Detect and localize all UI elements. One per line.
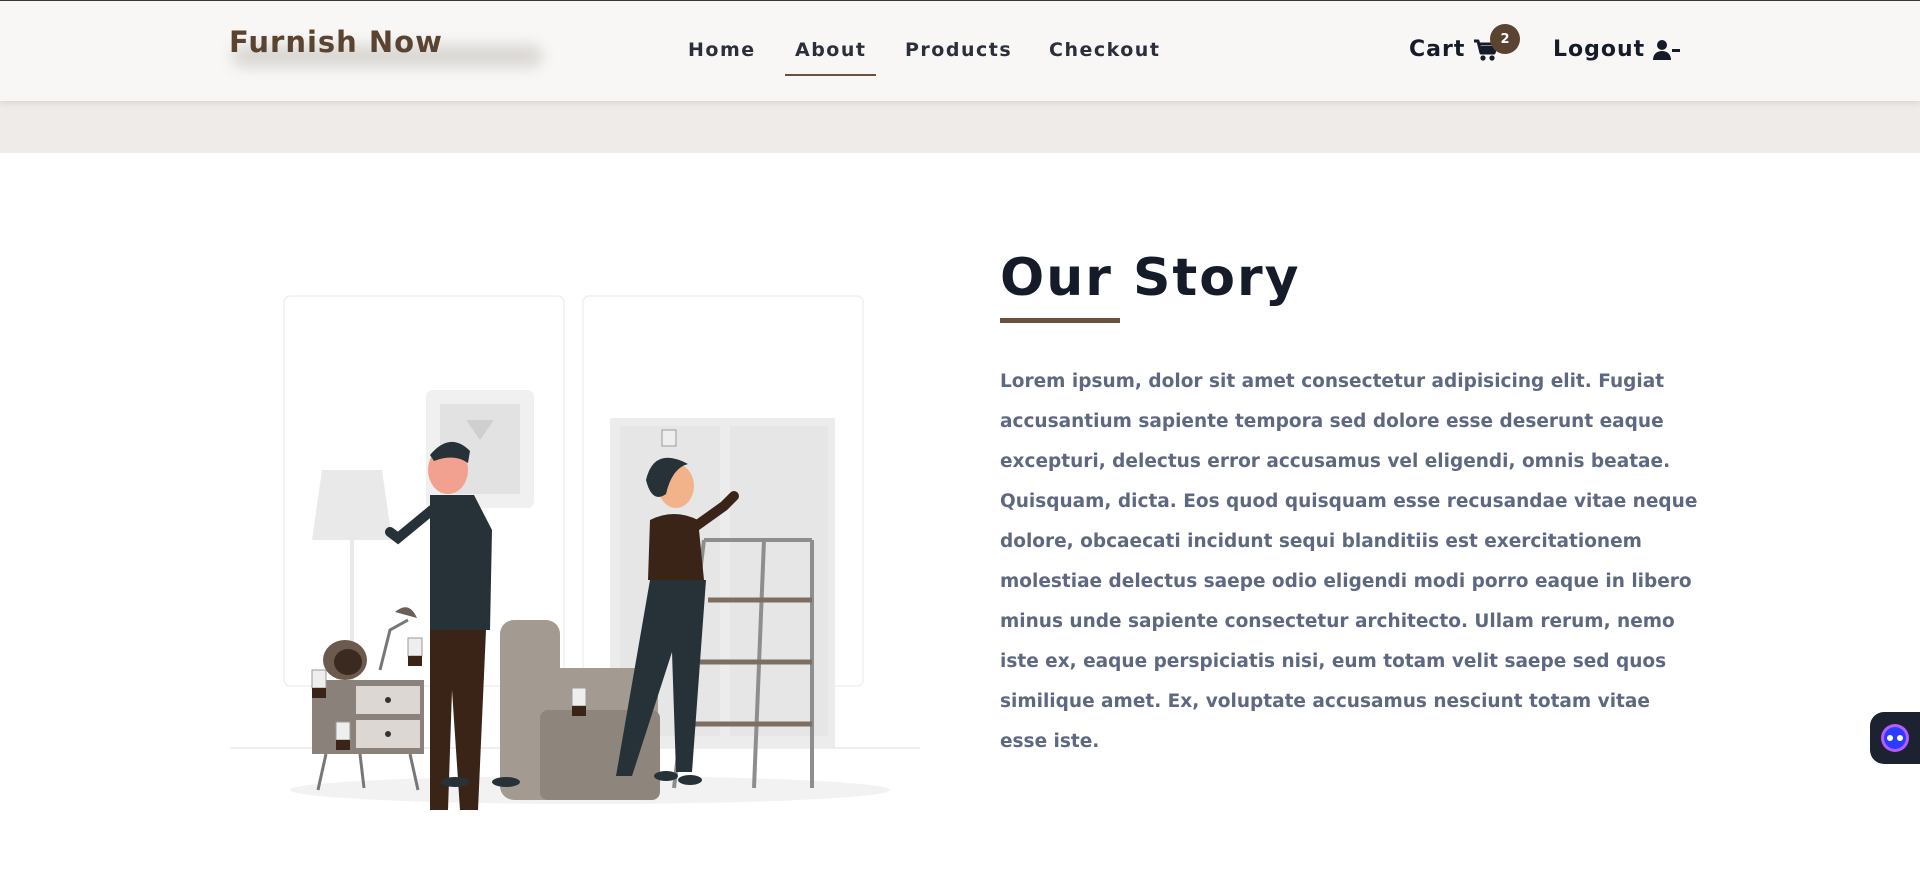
brand-logo[interactable]: Furnish Now [229, 25, 443, 59]
user-minus-icon [1653, 39, 1681, 60]
header-band [0, 101, 1920, 153]
cart-button[interactable]: Cart [1409, 37, 1499, 62]
nav-link-products[interactable]: Products [905, 39, 1012, 61]
nav-link-home[interactable]: Home [688, 39, 756, 61]
navbar: Furnish Now Home About Products Checkout… [0, 1, 1920, 101]
story-title: Our Story [1000, 248, 1301, 308]
chat-bot-icon [1881, 724, 1909, 752]
cart-count-badge: 2 [1490, 24, 1520, 54]
logout-label: Logout [1553, 37, 1646, 62]
logout-button[interactable]: Logout [1553, 37, 1681, 62]
nav-link-checkout[interactable]: Checkout [1049, 39, 1160, 61]
story-body: Lorem ipsum, dolor sit amet consectetur … [1000, 371, 1698, 752]
nav-link-about[interactable]: About [784, 39, 878, 76]
story-title-underline [1000, 318, 1120, 323]
cart-label: Cart [1409, 37, 1466, 62]
chat-widget-button[interactable] [1870, 712, 1920, 764]
furniture-shopping-illustration [230, 295, 920, 810]
